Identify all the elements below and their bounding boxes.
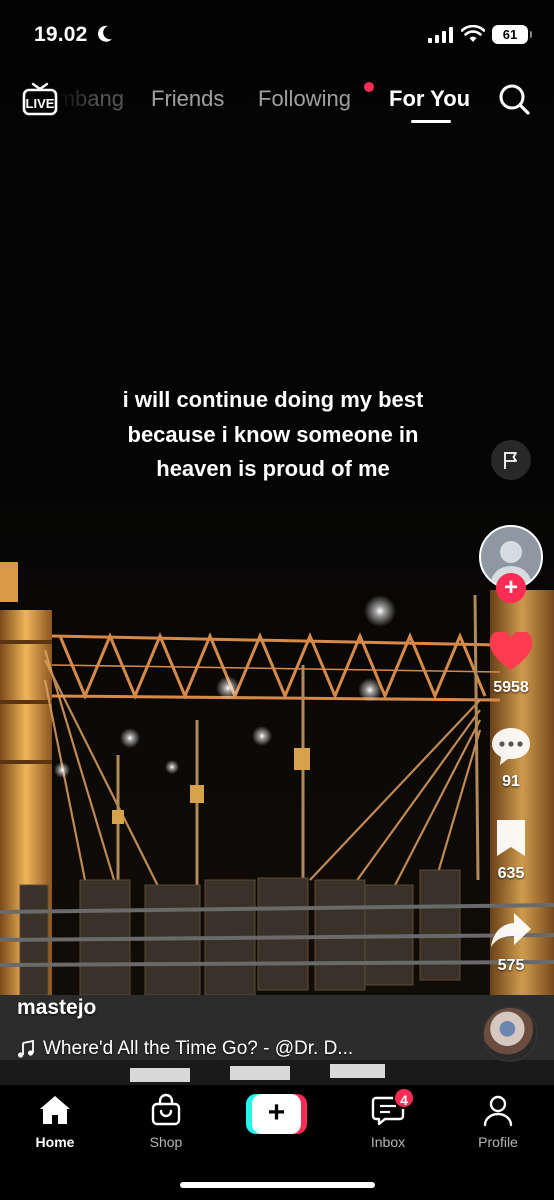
plus-icon: + [252, 1094, 301, 1134]
video-frame [0, 562, 554, 1085]
nav-home[interactable]: Home [10, 1093, 100, 1150]
video-caption-overlay: i will continue doing my best because i … [122, 387, 424, 481]
bookmark-icon [497, 820, 525, 856]
tab-following[interactable]: Following [258, 86, 351, 112]
music-disc[interactable] [482, 1006, 538, 1062]
comment-icon [492, 728, 530, 765]
flag-icon [504, 452, 517, 469]
following-notification-dot [364, 82, 374, 92]
top-nav: LIVE Pembang Friends Following For You [0, 76, 554, 126]
creator-avatar-group: + [478, 525, 544, 605]
status-bar: 19.02 61 [0, 0, 554, 70]
author-username[interactable]: mastejo [17, 996, 96, 1020]
nav-profile[interactable]: Profile [453, 1093, 543, 1150]
cellular-signal-icon [428, 27, 453, 43]
like-button[interactable]: 5958 [481, 630, 541, 697]
profile-icon [483, 1095, 513, 1127]
music-info[interactable]: Where'd All the Time Go? - @Dr. D... [17, 1038, 353, 1060]
active-tab-indicator [411, 120, 451, 123]
report-button[interactable] [491, 440, 531, 480]
tab-pembang[interactable]: Pembang [58, 86, 124, 112]
shopping-bag-icon [151, 1093, 181, 1126]
nav-shop[interactable]: Shop [121, 1093, 211, 1150]
home-icon [40, 1096, 70, 1124]
live-button[interactable]: LIVE [22, 82, 58, 116]
share-count: 575 [497, 957, 525, 974]
nav-inbox[interactable]: 4 Inbox [343, 1087, 433, 1150]
create-button[interactable]: + [246, 1094, 307, 1134]
nav-profile-label: Profile [478, 1134, 518, 1150]
nav-inbox-label: Inbox [370, 1134, 406, 1150]
nav-home-label: Home [35, 1134, 75, 1150]
save-count: 635 [497, 865, 525, 882]
share-button[interactable]: 575 [481, 910, 541, 975]
live-label: LIVE [26, 96, 55, 111]
follow-button[interactable]: + [496, 573, 526, 603]
save-button[interactable]: 635 [481, 818, 541, 883]
tab-friends[interactable]: Friends [151, 86, 224, 112]
music-note-icon [18, 1040, 34, 1058]
wifi-icon [461, 25, 485, 42]
heart-icon [489, 630, 533, 670]
like-count: 5958 [493, 679, 529, 696]
inbox-badge: 4 [393, 1087, 415, 1109]
music-title: Where'd All the Time Go? - @Dr. D... [43, 1038, 354, 1059]
search-icon[interactable] [497, 82, 531, 116]
tab-for-you[interactable]: For You [389, 86, 470, 112]
comment-button[interactable]: 91 [481, 726, 541, 791]
comment-count: 91 [502, 773, 520, 790]
video-player[interactable] [0, 0, 554, 1085]
share-arrow-icon [491, 913, 531, 947]
home-indicator [180, 1182, 375, 1188]
status-time: 19.02 [34, 23, 88, 46]
moon-icon [97, 25, 112, 42]
battery-indicator: 61 [492, 25, 532, 44]
bottom-nav: Home Shop + 4 Inbox Profile [0, 1085, 554, 1200]
nav-shop-label: Shop [149, 1134, 183, 1150]
